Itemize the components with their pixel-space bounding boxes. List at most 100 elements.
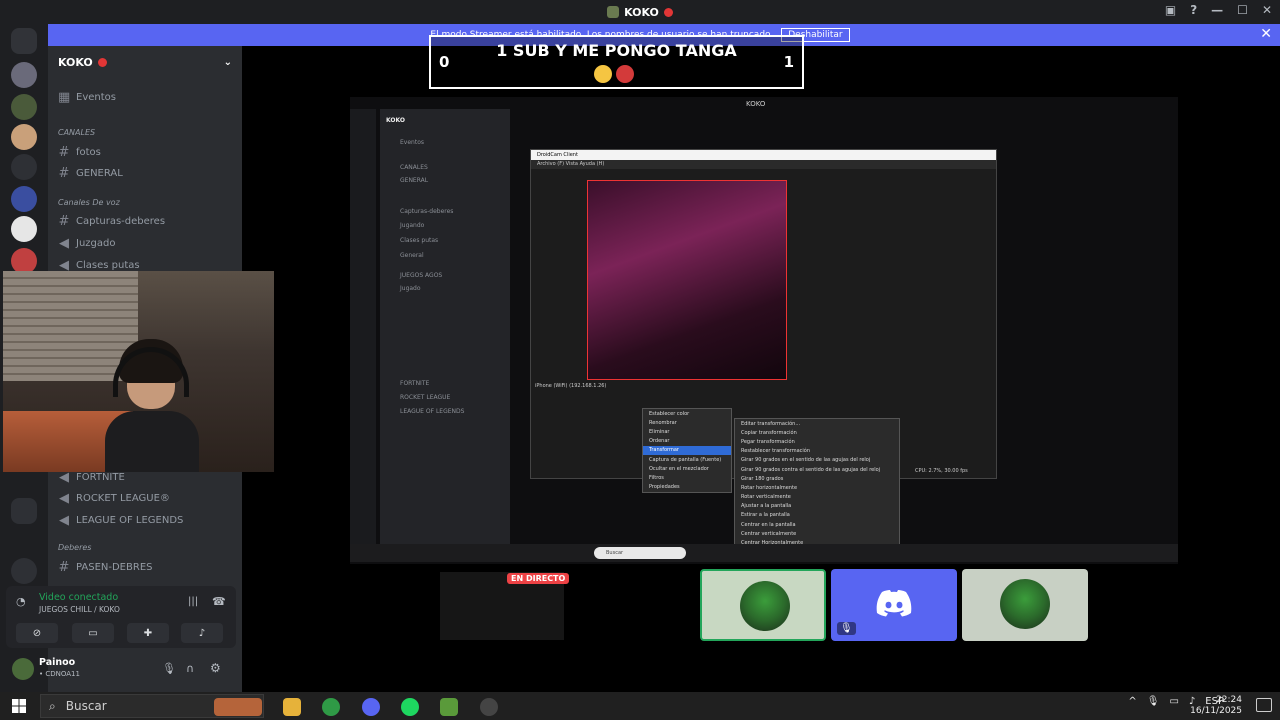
surprised-emoji-icon: [594, 65, 612, 83]
file-explorer-icon[interactable]: [283, 698, 301, 716]
chevron-up-icon[interactable]: ^: [1128, 696, 1136, 707]
soundboard-button[interactable]: ♪: [181, 623, 223, 643]
noise-suppression-icon[interactable]: |||: [188, 596, 198, 607]
events-item[interactable]: ▦ Eventos: [58, 90, 116, 105]
live-dot-icon: [663, 7, 673, 17]
gear-icon[interactable]: ⚙: [210, 661, 221, 675]
channel-capturas[interactable]: # Capturas-deberes: [58, 214, 165, 229]
voice-channel-fortnite[interactable]: ◀ FORTNITE: [58, 470, 125, 485]
nested-taskbar: Buscar: [350, 544, 1178, 562]
headphones-icon[interactable]: ∩: [186, 662, 194, 675]
screen-share-button[interactable]: ▭: [72, 623, 114, 643]
nested-channel: JUEGOS AGOS: [400, 272, 443, 279]
user-panel: Painoo • CDNOA11 🎙 ∩ ⚙: [6, 652, 236, 686]
banner-close-icon[interactable]: ✕: [1260, 26, 1272, 42]
voice-channel-lol[interactable]: ◀ LEAGUE OF LEGENDS: [58, 513, 183, 528]
server-icon[interactable]: [11, 216, 37, 242]
participant-tile[interactable]: 🎙: [831, 569, 957, 641]
speaker-icon: ◀: [59, 470, 69, 485]
microphone-icon[interactable]: 🎙: [162, 662, 176, 675]
participant-tile[interactable]: [700, 569, 826, 641]
microphone-icon[interactable]: 🎙: [1147, 696, 1160, 707]
close-button[interactable]: ✕: [1262, 3, 1272, 17]
guild-name: KOKO: [58, 55, 93, 69]
hash-icon: #: [58, 145, 70, 160]
discord-home-icon[interactable]: [11, 28, 37, 54]
nested-channel: FORTNITE: [400, 380, 430, 387]
server-icon[interactable]: [11, 154, 37, 180]
category-channels[interactable]: CANALES: [58, 128, 95, 137]
server-icon: [607, 6, 620, 18]
disconnect-icon[interactable]: ☎: [212, 595, 226, 608]
server-icon[interactable]: [11, 62, 37, 88]
spotify-icon[interactable]: [401, 698, 419, 716]
app-icon[interactable]: [440, 698, 458, 716]
hash-icon: #: [58, 166, 70, 181]
context-menu-item: Editar transformación...: [741, 420, 801, 427]
channel-general[interactable]: # GENERAL: [58, 166, 123, 181]
context-menu-item: Transformar: [643, 445, 731, 455]
network-icon[interactable]: ▭: [1169, 696, 1178, 707]
hash-icon: #: [58, 214, 70, 229]
webcam-feed[interactable]: [3, 271, 274, 472]
taskbar-search-placeholder: Buscar: [65, 699, 107, 713]
overlay-emojis: [594, 65, 634, 83]
avatar[interactable]: [12, 658, 34, 680]
nested-channel: Jugando: [400, 222, 425, 229]
folder-icon[interactable]: [11, 498, 37, 524]
nested-channel: LEAGUE OF LEGENDS: [400, 408, 465, 415]
participant-tile[interactable]: [962, 569, 1088, 641]
context-menu-item: Rotar horizontalmente: [741, 484, 798, 491]
nested-channel: Clases putas: [400, 237, 439, 244]
droidcam-titlebar: DroidCam Client: [531, 150, 996, 160]
context-menu-item: Ocultar en el mezclador: [649, 465, 709, 472]
clock[interactable]: 22:24 16/11/2025: [1190, 695, 1242, 717]
server-icon[interactable]: [11, 94, 37, 120]
search-icon: ⌕: [49, 698, 56, 713]
speaker-icon: ◀: [59, 513, 69, 528]
maximize-button[interactable]: ☐: [1237, 3, 1248, 17]
voice-connection-panel: ◔ Video conectado JUEGOS CHILL / KOKO ||…: [6, 586, 236, 648]
server-icon[interactable]: [11, 186, 37, 212]
screen-share-stream[interactable]: KOKO KOKO Eventos CANALES GENERAL Captur…: [350, 97, 1178, 564]
app-titlebar: KOKO ▣ ? — ☐ ✕: [0, 0, 1280, 24]
nested-server-rail: [350, 109, 376, 549]
guild-header[interactable]: KOKO ⌄: [48, 46, 242, 78]
speaker-icon: ◀: [59, 236, 69, 251]
context-menu-item: Rotar verticalmente: [741, 494, 791, 501]
nested-channel: ROCKET LEAGUE: [400, 394, 451, 401]
voice-status[interactable]: Video conectado: [39, 592, 118, 603]
nested-channel: Jugado: [400, 285, 421, 292]
nested-guild-name: KOKO: [386, 117, 405, 124]
overlay-right-count: 1: [783, 53, 794, 71]
shirt: [105, 411, 199, 472]
search-highlight-image[interactable]: [214, 698, 262, 716]
inbox-icon[interactable]: ▣: [1165, 3, 1176, 17]
stream-overlay: 1 SUB Y ME PONGO TANGA 0 1: [429, 35, 804, 89]
voice-channel-jugando[interactable]: ◀ Juzgado: [58, 236, 115, 251]
minimize-button[interactable]: —: [1211, 3, 1223, 17]
chrome-icon[interactable]: [322, 698, 340, 716]
windows-start-icon[interactable]: [12, 699, 26, 713]
context-menu-item: Girar 90 grados en el sentido de las agu…: [741, 457, 871, 464]
category-deberes[interactable]: Deberes: [58, 543, 91, 552]
server-icon[interactable]: [11, 124, 37, 150]
username[interactable]: Painoo: [39, 657, 75, 668]
channel-fotos[interactable]: # fotos: [58, 145, 101, 160]
obs-icon[interactable]: [480, 698, 498, 716]
notifications-icon[interactable]: [1256, 698, 1272, 712]
camera-toggle-button[interactable]: ⊘: [16, 623, 58, 643]
speaker-icon: ◀: [59, 491, 69, 506]
voice-channel-rocket[interactable]: ◀ ROCKET LEAGUE®: [58, 491, 170, 506]
discord-icon[interactable]: [362, 698, 380, 716]
context-menu-item: Establecer color: [649, 410, 690, 417]
channel-pasen[interactable]: # PASEN-DEBRES: [58, 560, 153, 575]
category-voice[interactable]: Canales De voz: [58, 198, 120, 207]
camera-off-icon: ⊘: [32, 627, 42, 639]
angry-emoji-icon: [616, 65, 634, 83]
signal-icon[interactable]: ◔: [16, 595, 26, 608]
activities-button[interactable]: ✚: [127, 623, 169, 643]
server-icon[interactable]: [11, 558, 37, 584]
help-icon[interactable]: ?: [1190, 3, 1197, 17]
context-menu-item: Centrar verticalmente: [741, 530, 797, 537]
